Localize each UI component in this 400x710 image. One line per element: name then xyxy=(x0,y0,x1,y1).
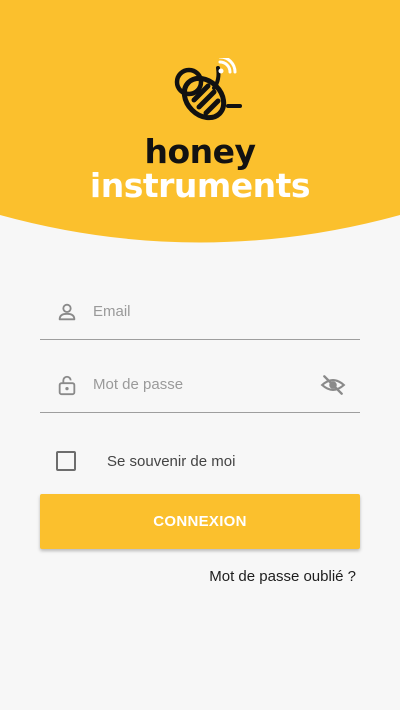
lock-icon xyxy=(58,375,76,396)
person-icon xyxy=(58,303,76,321)
remember-me-label[interactable]: Se souvenir de moi xyxy=(107,453,235,470)
password-placeholder: Mot de passe xyxy=(93,376,184,393)
email-placeholder: Email xyxy=(93,303,131,320)
email-field[interactable]: Email xyxy=(40,291,360,340)
header-banner: honey instruments xyxy=(0,0,400,245)
remember-me-checkbox[interactable] xyxy=(56,451,76,471)
password-field[interactable]: Mot de passe xyxy=(40,364,360,413)
forgot-password-link[interactable]: Mot de passe oublié ? xyxy=(209,568,356,585)
bee-wifi-logo-icon xyxy=(174,58,242,121)
brand-name-instruments: instruments xyxy=(89,166,311,205)
eye-off-icon[interactable] xyxy=(320,372,346,398)
login-button[interactable]: CONNEXION xyxy=(40,494,360,549)
remember-me-row: Se souvenir de moi xyxy=(56,451,276,473)
